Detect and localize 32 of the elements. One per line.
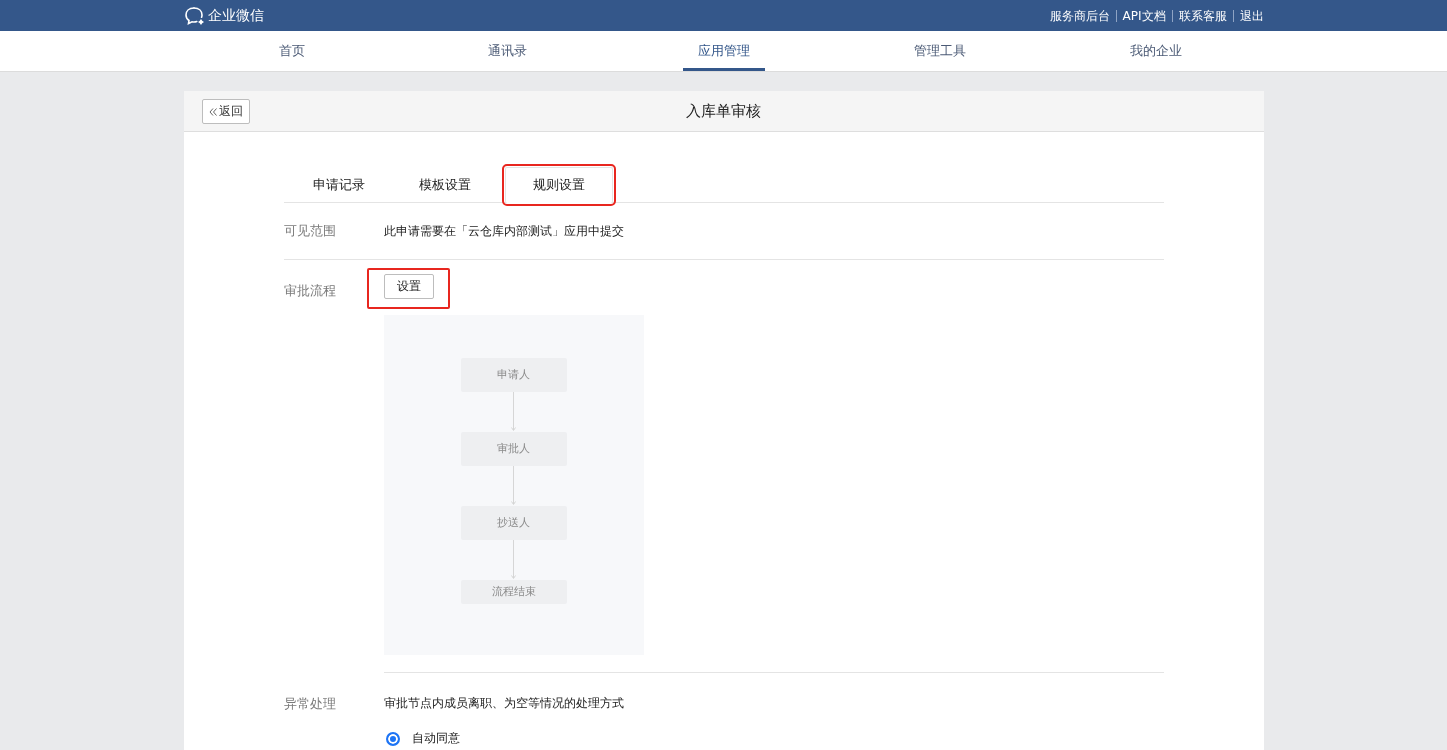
header-link[interactable]: API文档 — [1115, 9, 1172, 22]
nav-tab[interactable]: 通讯录 — [473, 31, 542, 71]
option-label[interactable]: 自动同意 — [411, 730, 460, 747]
connector-arrow — [511, 392, 516, 432]
nav-tab[interactable]: 首页 — [263, 31, 320, 71]
page-title: 入库单审核 — [686, 101, 761, 121]
connector-arrow — [511, 540, 516, 580]
double-chevron-icon — [208, 107, 217, 116]
header-link[interactable]: 退出 — [1232, 9, 1264, 22]
tab[interactable]: 模板设置 — [398, 165, 491, 202]
tab[interactable]: 申请记录 — [292, 165, 385, 202]
header-link[interactable]: 服务商后台 — [1043, 9, 1116, 22]
settings-button[interactable]: 设置 — [383, 274, 434, 299]
logo-text: 企业微信 — [207, 6, 264, 25]
flow-node: 流程结束 — [460, 580, 567, 604]
header-link[interactable]: 联系客服 — [1171, 9, 1233, 22]
visibility-text: 此申请需要在「云仓库内部测试」应用中提交 — [383, 222, 624, 240]
flow-node: 申请人 — [460, 358, 567, 392]
connector-arrow — [511, 466, 516, 506]
tab[interactable]: 规则设置 — [504, 167, 613, 203]
nav-tab[interactable]: 我的企业 — [1114, 31, 1197, 71]
nav-tab[interactable]: 管理工具 — [898, 31, 981, 71]
field-label: 可见范围 — [283, 222, 337, 240]
back-button[interactable]: 返回 — [201, 99, 250, 124]
description-text: 审批节点内成员离职、为空等情况的处理方式 — [383, 695, 624, 712]
radio-button[interactable] — [385, 731, 400, 746]
nav-tab[interactable]: 应用管理 — [682, 31, 765, 71]
field-label: 异常处理 — [283, 695, 337, 713]
flow-node: 抄送人 — [460, 506, 567, 540]
chat-bubble-icon — [183, 5, 206, 26]
field-label: 审批流程 — [283, 282, 337, 300]
flow-node: 审批人 — [460, 432, 567, 466]
